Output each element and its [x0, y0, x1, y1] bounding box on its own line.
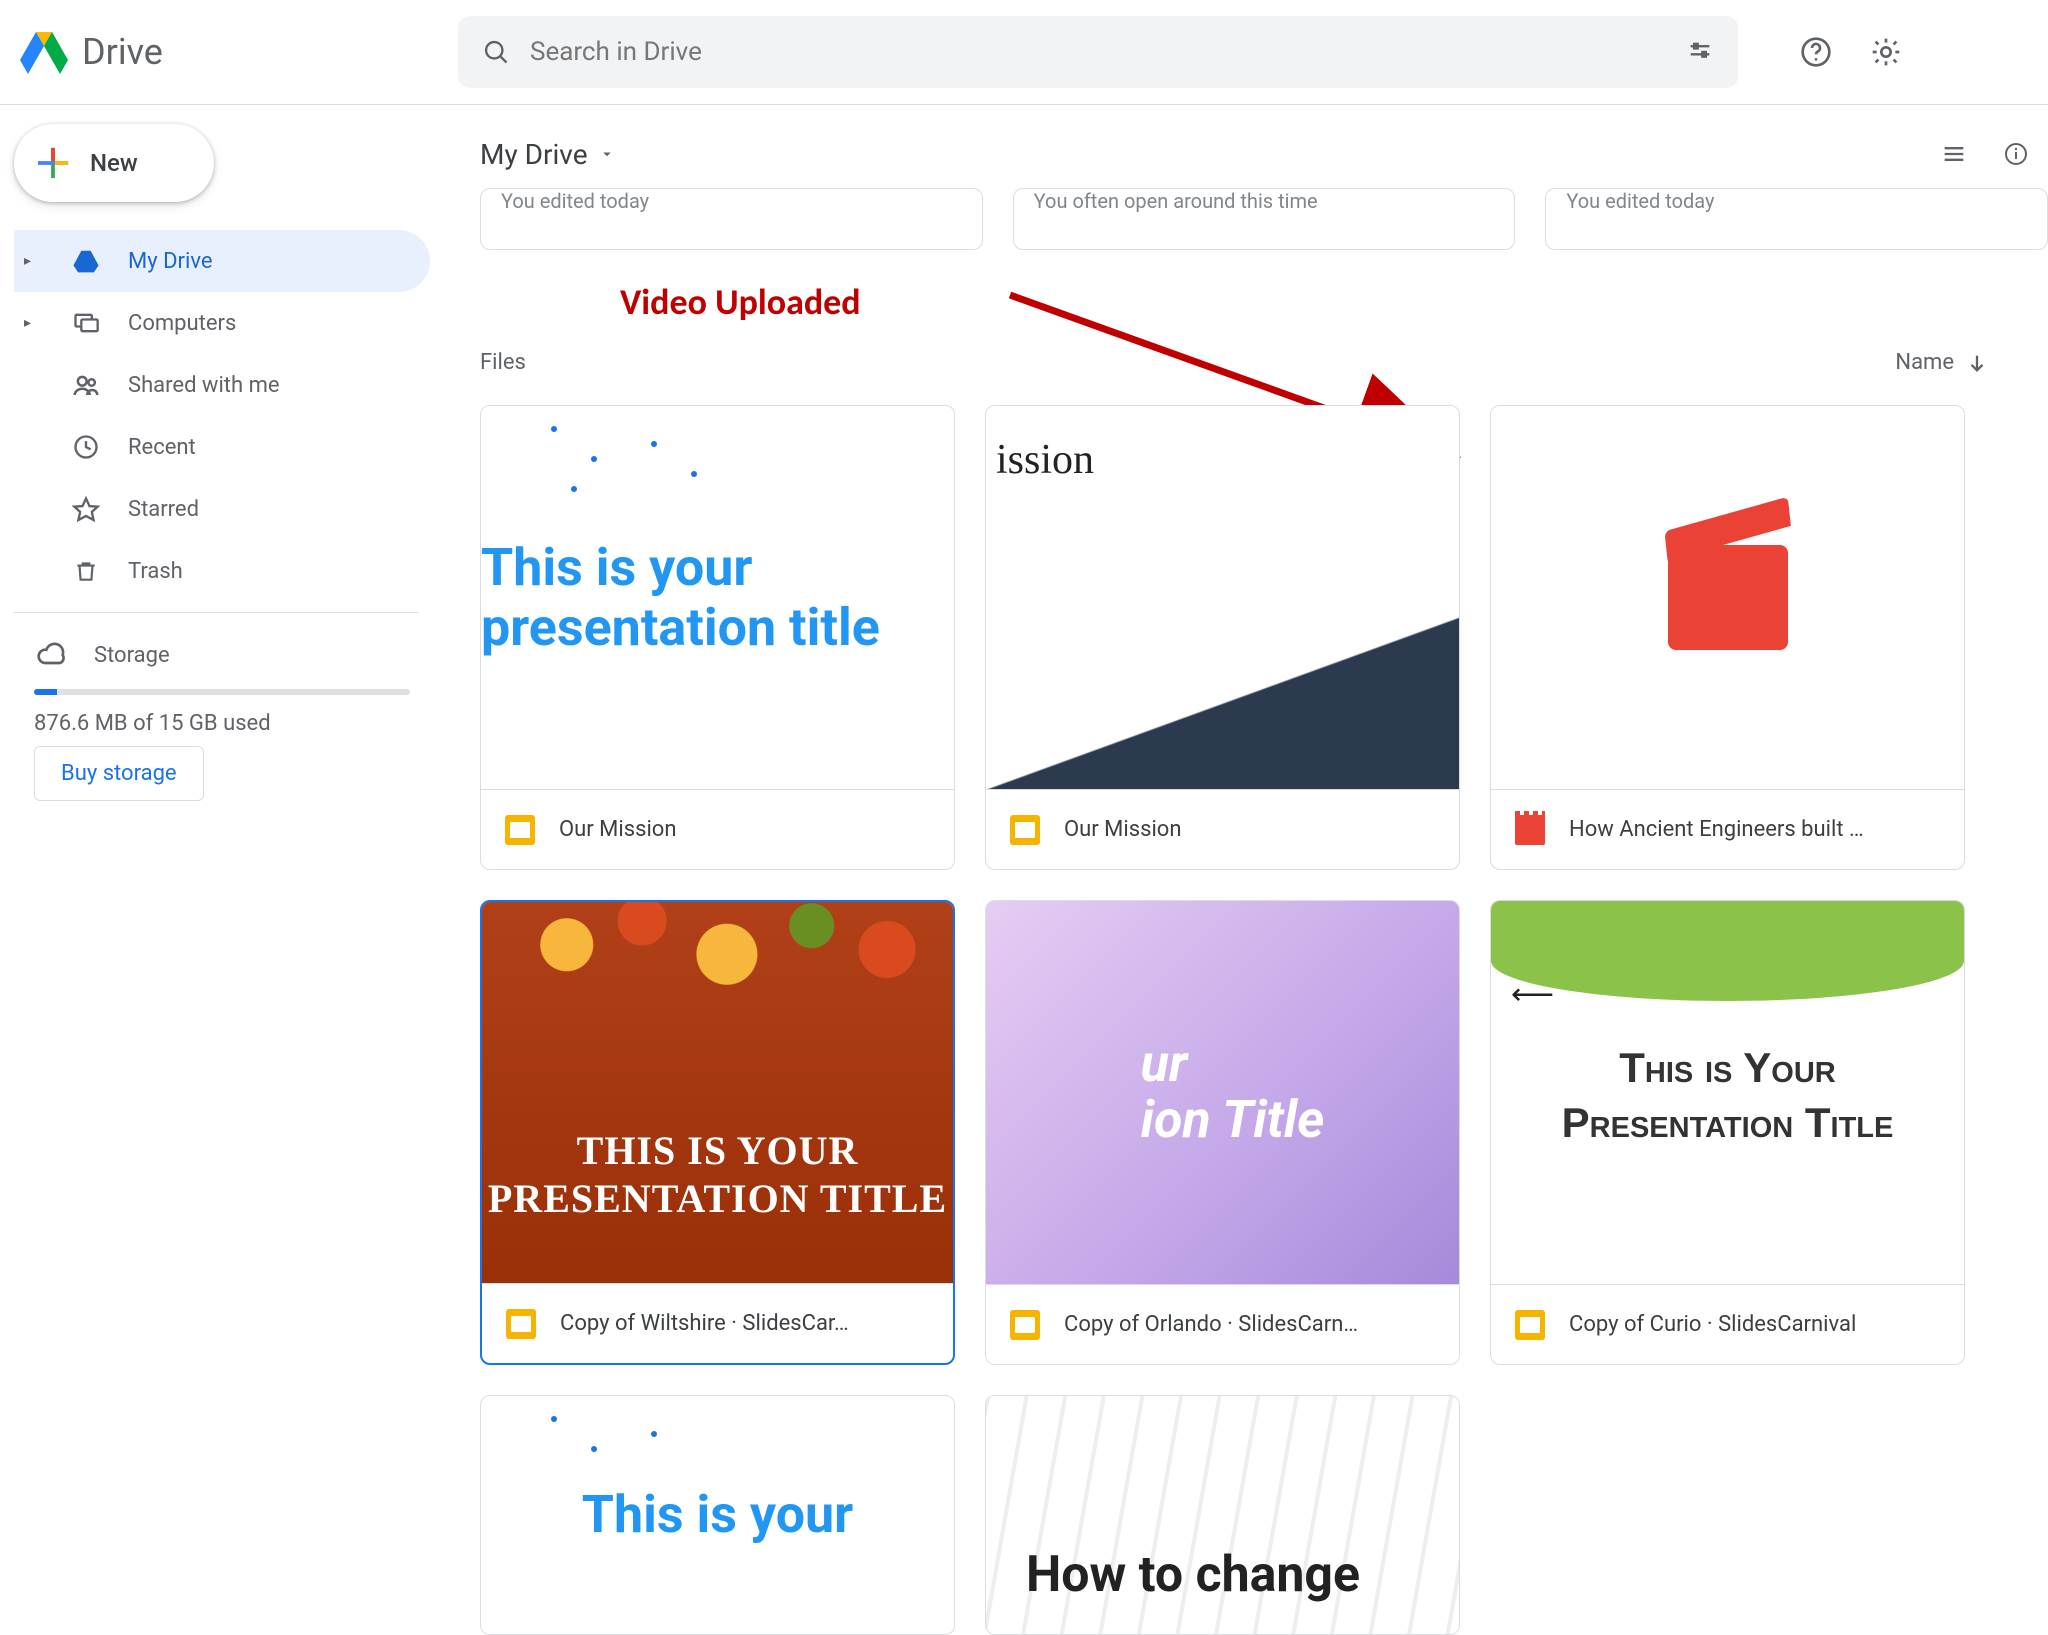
my-drive-icon: [68, 243, 104, 279]
file-name: Copy of Orlando · SlidesCarn…: [1064, 1312, 1358, 1337]
file-name: Copy of Wiltshire · SlidesCar…: [560, 1311, 849, 1336]
new-button[interactable]: New: [14, 124, 214, 202]
star-icon: [68, 491, 104, 527]
file-thumbnail: urion Title: [986, 901, 1459, 1284]
file-thumbnail: This is your: [481, 1396, 954, 1634]
search-icon: [482, 38, 510, 66]
new-button-label: New: [90, 149, 138, 177]
thumb-text: This is your presentation title: [481, 538, 954, 658]
plus-icon: [36, 146, 70, 180]
file-name: Copy of Curio · SlidesCarnival: [1569, 1312, 1856, 1337]
main: My Drive You edited today You often open…: [450, 110, 2048, 1635]
video-clapperboard-icon: [1668, 545, 1788, 650]
recent-icon: [68, 429, 104, 465]
storage-bar: [34, 689, 410, 695]
sidebar-item-my-drive[interactable]: ▸ My Drive: [14, 230, 430, 292]
sidebar-item-label: Computers: [128, 311, 236, 336]
file-card-our-mission-2[interactable]: ission Our Mission: [985, 405, 1460, 870]
shared-icon: [68, 367, 104, 403]
chevron-down-icon: [598, 145, 616, 163]
file-thumbnail: [1491, 406, 1964, 789]
breadcrumb-label: My Drive: [480, 138, 588, 171]
sidebar-item-label: My Drive: [128, 249, 213, 274]
video-icon: [1515, 815, 1545, 845]
breadcrumb[interactable]: My Drive: [480, 138, 616, 171]
file-grid: This is your presentation title Our Miss…: [480, 405, 2048, 1635]
sidebar-item-computers[interactable]: ▸ Computers: [14, 292, 430, 354]
sidebar-item-label: Trash: [128, 559, 183, 584]
sidebar-item-storage[interactable]: Storage: [34, 637, 410, 673]
sidebar-item-recent[interactable]: Recent: [14, 416, 430, 478]
file-thumbnail: How to change: [986, 1396, 1459, 1634]
slides-icon: [505, 815, 535, 845]
buy-storage-button[interactable]: Buy storage: [34, 746, 204, 801]
file-card-video[interactable]: How Ancient Engineers built …: [1490, 405, 1965, 870]
files-section-label: Files: [480, 350, 526, 375]
drive-logo[interactable]: Drive: [20, 30, 440, 74]
storage-label: Storage: [94, 643, 170, 668]
suggest-card[interactable]: You edited today: [1545, 188, 2048, 250]
thumb-text: urion Title: [1141, 1037, 1325, 1148]
trash-icon: [68, 553, 104, 589]
file-card-orlando[interactable]: urion Title Copy of Orlando · SlidesCarn…: [985, 900, 1460, 1365]
slides-icon: [506, 1309, 536, 1339]
file-thumbnail: THIS IS YOURPRESENTATION TITLE: [482, 902, 953, 1283]
suggest-card[interactable]: You often open around this time: [1013, 188, 1516, 250]
gear-icon[interactable]: [1866, 32, 1906, 72]
search-box[interactable]: [458, 16, 1738, 88]
file-card-our-mission[interactable]: This is your presentation title Our Miss…: [480, 405, 955, 870]
thumb-text: This is YourPresentation Title: [1491, 1041, 1964, 1150]
file-name: Our Mission: [559, 817, 677, 842]
drive-icon: [20, 30, 68, 74]
cloud-icon: [34, 637, 70, 673]
slides-icon: [1515, 1310, 1545, 1340]
slides-icon: [1010, 815, 1040, 845]
sidebar-item-label: Shared with me: [128, 373, 280, 398]
arrow-down-icon: [1966, 352, 1988, 374]
sidebar: New ▸ My Drive ▸ Computers Shared with m…: [0, 110, 430, 801]
sidebar-item-label: Starred: [128, 497, 199, 522]
file-card-partial-1[interactable]: This is your: [480, 1395, 955, 1635]
annotation-text: Video Uploaded: [620, 280, 861, 324]
file-thumbnail: ission: [986, 406, 1459, 789]
header-icons: [1796, 32, 1906, 72]
sidebar-item-starred[interactable]: Starred: [14, 478, 430, 540]
filter-icon[interactable]: [1686, 38, 1714, 66]
file-card-partial-2[interactable]: How to change: [985, 1395, 1460, 1635]
list-view-icon[interactable]: [1934, 134, 1974, 174]
file-thumbnail: This is your presentation title: [481, 406, 954, 789]
file-name: How Ancient Engineers built …: [1569, 817, 1864, 842]
storage-section: Storage 876.6 MB of 15 GB used Buy stora…: [14, 623, 430, 801]
info-icon[interactable]: [2004, 134, 2028, 174]
thumb-text: How to change: [1026, 1546, 1360, 1604]
search-input[interactable]: [530, 37, 1666, 67]
caret-icon: ▸: [24, 315, 44, 331]
annotation-layer: Video Uploaded: [480, 280, 2048, 350]
slides-icon: [1010, 1310, 1040, 1340]
storage-used-text: 876.6 MB of 15 GB used: [34, 711, 410, 736]
file-name: Our Mission: [1064, 817, 1182, 842]
sidebar-item-label: Recent: [128, 435, 196, 460]
file-card-wiltshire[interactable]: THIS IS YOURPRESENTATION TITLE Copy of W…: [480, 900, 955, 1365]
app-name: Drive: [82, 31, 163, 73]
sidebar-item-shared[interactable]: Shared with me: [14, 354, 430, 416]
app-header: Drive: [0, 0, 2048, 105]
caret-icon: ▸: [24, 253, 44, 269]
thumb-text: ission: [996, 436, 1094, 484]
suggest-card[interactable]: You edited today: [480, 188, 983, 250]
suggest-row: You edited today You often open around t…: [480, 188, 2048, 250]
file-card-curio[interactable]: ⟵ This is YourPresentation Title Copy of…: [1490, 900, 1965, 1365]
sidebar-item-trash[interactable]: Trash: [14, 540, 430, 602]
help-icon[interactable]: [1796, 32, 1836, 72]
nav: ▸ My Drive ▸ Computers Shared with me: [14, 230, 430, 602]
thumb-text: THIS IS YOURPRESENTATION TITLE: [482, 1127, 953, 1223]
file-thumbnail: ⟵ This is YourPresentation Title: [1491, 901, 1964, 1284]
sort-button[interactable]: Name: [1895, 350, 1988, 375]
sort-label: Name: [1895, 350, 1954, 375]
computers-icon: [68, 305, 104, 341]
